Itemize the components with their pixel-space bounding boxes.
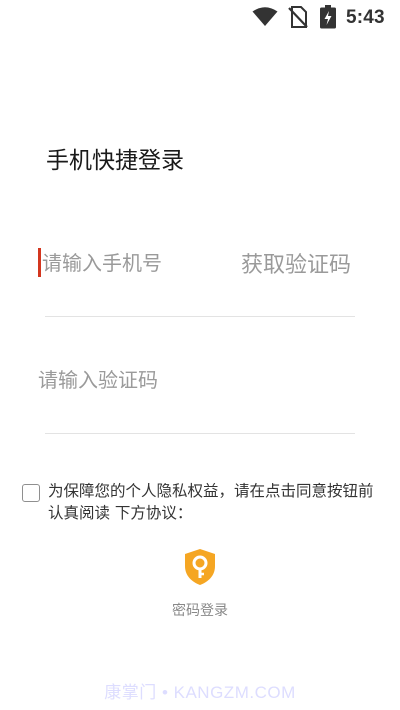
phone-divider (45, 316, 355, 317)
password-login-label: 密码登录 (172, 603, 228, 619)
password-login-button[interactable]: 密码登录 (150, 548, 250, 622)
wifi-icon (252, 7, 278, 31)
page-title: 手机快捷登录 (46, 148, 184, 174)
phone-input[interactable] (42, 246, 222, 280)
status-bar: 5:43 (0, 0, 400, 36)
battery-charging-icon (319, 5, 337, 33)
agreement-text: 为保障您的个人隐私权益，请在点击同意按钮前认真阅读 下方协议： (48, 482, 374, 522)
no-sim-icon (288, 6, 308, 32)
phone-row: 获取验证码 (36, 240, 366, 288)
key-shield-icon (182, 548, 218, 586)
watermark: 康掌门 • KANGZM.COM (104, 683, 296, 702)
status-time: 5:43 (346, 7, 385, 28)
login-screen: 5:43 手机快捷登录 获取验证码 为保障您的个人隐私权益，请在点击同意按钮前认… (0, 0, 400, 710)
code-input[interactable] (38, 362, 338, 398)
get-code-button[interactable]: 获取验证码 (241, 246, 351, 280)
text-cursor (38, 248, 41, 277)
agreement-checkbox[interactable] (22, 484, 40, 502)
code-divider (45, 433, 355, 434)
